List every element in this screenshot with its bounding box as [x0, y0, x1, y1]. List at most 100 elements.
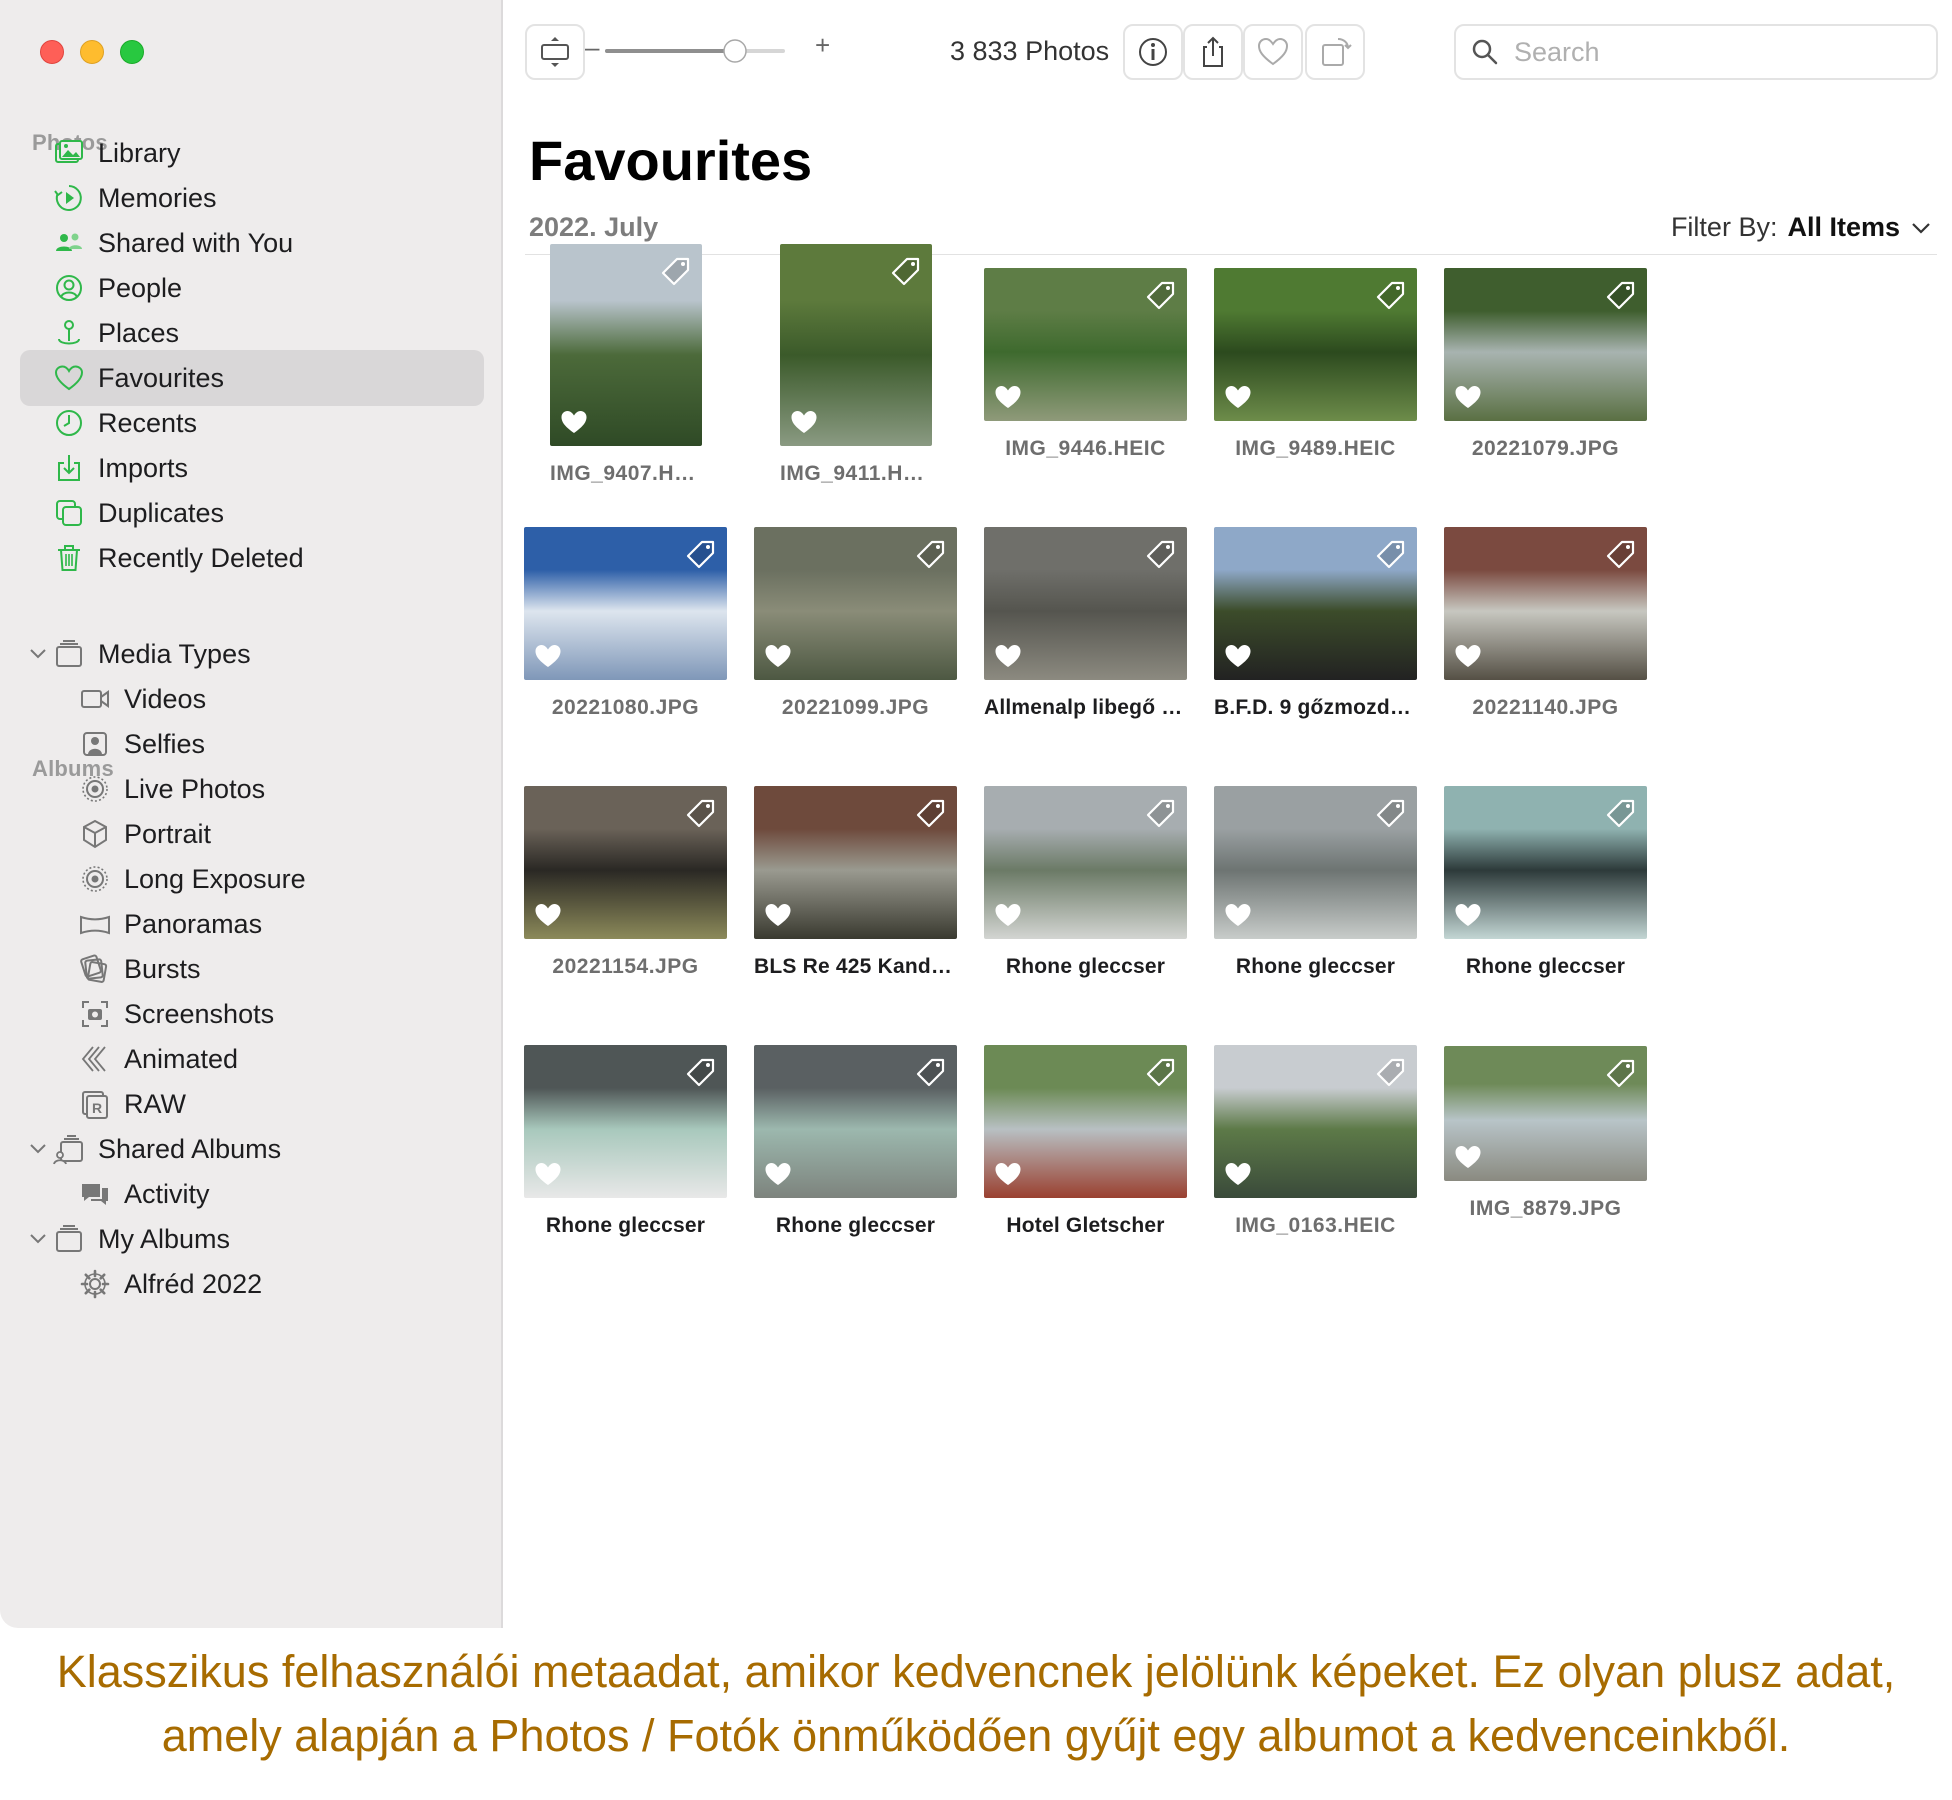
zoom-slider[interactable] — [605, 36, 785, 66]
chevron-down-icon[interactable] — [28, 644, 48, 664]
photo-thumbnail[interactable] — [984, 527, 1187, 680]
photo-thumbnail[interactable] — [984, 268, 1187, 421]
photo-thumbnail[interactable] — [1214, 527, 1417, 680]
chevron-down-icon[interactable] — [28, 1139, 48, 1159]
photo-thumbnail[interactable] — [550, 244, 702, 446]
favourite-heart-icon[interactable] — [534, 1160, 562, 1188]
keyword-tag-icon[interactable] — [685, 798, 717, 830]
zoom-window-button[interactable] — [120, 40, 144, 64]
sidebar-item-recently-deleted[interactable]: Recently Deleted — [20, 530, 484, 586]
zoom-out-label[interactable]: – — [585, 32, 599, 63]
photo-caption: BLS Re 425 Kanderst... — [754, 955, 957, 978]
minimize-window-button[interactable] — [80, 40, 104, 64]
photo-thumbnail[interactable] — [780, 244, 932, 446]
favourite-heart-icon[interactable] — [1224, 1160, 1252, 1188]
photo-thumbnail[interactable] — [1444, 786, 1647, 939]
keyword-tag-icon[interactable] — [1605, 1058, 1637, 1090]
zoom-in-label[interactable]: + — [815, 30, 830, 61]
rotate-button[interactable] — [1305, 24, 1365, 80]
favourite-heart-icon[interactable] — [994, 1160, 1022, 1188]
keyword-tag-icon[interactable] — [685, 1057, 717, 1089]
search-icon — [1472, 39, 1498, 65]
photo-thumbnail[interactable] — [754, 1045, 957, 1198]
search-input[interactable] — [1514, 36, 1914, 68]
keyword-tag-icon[interactable] — [890, 256, 922, 288]
filter-dropdown[interactable]: Filter By: All Items — [1671, 212, 1932, 243]
photo-thumbnail[interactable] — [984, 786, 1187, 939]
favourite-heart-icon[interactable] — [994, 642, 1022, 670]
keyword-tag-icon[interactable] — [1375, 1057, 1407, 1089]
sidebar-item-label: People — [98, 272, 183, 303]
photo-thumbnail[interactable] — [524, 527, 727, 680]
aspect-toggle-button[interactable] — [525, 24, 585, 80]
photo-caption: Hotel Gletscher — [1006, 1214, 1165, 1237]
favourite-heart-icon[interactable] — [1454, 642, 1482, 670]
library-icon — [52, 136, 86, 170]
photo-thumbnail[interactable] — [1214, 268, 1417, 421]
favourite-heart-icon[interactable] — [1454, 901, 1482, 929]
photo-thumbnail[interactable] — [754, 786, 957, 939]
keyword-tag-icon[interactable] — [915, 539, 947, 571]
favourite-heart-icon[interactable] — [994, 383, 1022, 411]
keyword-tag-icon[interactable] — [1145, 280, 1177, 312]
keyword-tag-icon[interactable] — [1605, 539, 1637, 571]
info-icon — [1139, 38, 1167, 66]
keyword-tag-icon[interactable] — [1605, 280, 1637, 312]
info-button[interactable] — [1123, 24, 1183, 80]
favourite-heart-icon[interactable] — [764, 901, 792, 929]
sidebar-item-label: Memories — [98, 182, 217, 213]
photo-thumbnail[interactable] — [524, 1045, 727, 1198]
trash-icon — [52, 541, 86, 575]
caption-note: Klasszikus felhasználói metaadat, amikor… — [56, 1646, 1896, 1761]
photo-caption: Rhone gleccser — [775, 1214, 936, 1237]
keyword-tag-icon[interactable] — [1375, 798, 1407, 830]
sidebar-item-label: Recently Deleted — [98, 542, 304, 573]
favourite-heart-icon[interactable] — [1454, 1143, 1482, 1171]
favourite-heart-icon[interactable] — [994, 901, 1022, 929]
keyword-tag-icon[interactable] — [1375, 280, 1407, 312]
keyword-tag-icon[interactable] — [1375, 539, 1407, 571]
favourite-heart-icon[interactable] — [1454, 383, 1482, 411]
sidebar-item-label: Favourites — [98, 362, 225, 393]
photo-thumbnail[interactable] — [524, 786, 727, 939]
sidebar-item-label: Shared with You — [98, 227, 294, 258]
favourite-heart-icon[interactable] — [534, 901, 562, 929]
keyword-tag-icon[interactable] — [915, 1057, 947, 1089]
keyword-tag-icon[interactable] — [915, 798, 947, 830]
favourite-heart-icon[interactable] — [534, 642, 562, 670]
favourite-heart-icon[interactable] — [560, 408, 588, 436]
keyword-tag-icon[interactable] — [1605, 798, 1637, 830]
main-content: – + 3 833 Photos Search Favourites 2022.… — [505, 0, 1952, 1628]
favourite-heart-icon[interactable] — [1224, 642, 1252, 670]
photo-caption: IMG_0163.HEIC — [1235, 1214, 1396, 1237]
header-divider — [525, 254, 1937, 255]
sidebar-item-alfr-d-2022[interactable]: Alfréd 2022 — [20, 1256, 484, 1312]
photo-thumbnail[interactable] — [1214, 1045, 1417, 1198]
heart-icon — [52, 361, 86, 395]
photo-thumbnail[interactable] — [984, 1045, 1187, 1198]
keyword-tag-icon[interactable] — [1145, 798, 1177, 830]
photo-caption: Rhone gleccser — [545, 1214, 706, 1237]
close-window-button[interactable] — [40, 40, 64, 64]
keyword-tag-icon[interactable] — [1145, 1057, 1177, 1089]
favourite-button[interactable] — [1243, 24, 1303, 80]
favourite-heart-icon[interactable] — [790, 408, 818, 436]
photo-thumbnail[interactable] — [1444, 527, 1647, 680]
photo-thumbnail[interactable] — [1214, 786, 1417, 939]
keyword-tag-icon[interactable] — [685, 539, 717, 571]
search-field[interactable] — [1454, 24, 1938, 80]
photo-item[interactable]: IMG_8879.JPG — [1444, 1037, 1732, 1359]
photo-thumbnail[interactable] — [754, 527, 957, 680]
keyword-tag-icon[interactable] — [660, 256, 692, 288]
favourite-heart-icon[interactable] — [1224, 901, 1252, 929]
keyword-tag-icon[interactable] — [1145, 539, 1177, 571]
activity-icon — [78, 1177, 112, 1211]
favourite-heart-icon[interactable] — [764, 1160, 792, 1188]
chevron-down-icon[interactable] — [28, 1229, 48, 1249]
photo-thumbnail[interactable] — [1444, 1046, 1647, 1181]
favourite-heart-icon[interactable] — [1224, 383, 1252, 411]
photo-thumbnail[interactable] — [1444, 268, 1647, 421]
sidebar-item-label: Screenshots — [124, 998, 275, 1029]
share-button[interactable] — [1183, 24, 1243, 80]
favourite-heart-icon[interactable] — [764, 642, 792, 670]
